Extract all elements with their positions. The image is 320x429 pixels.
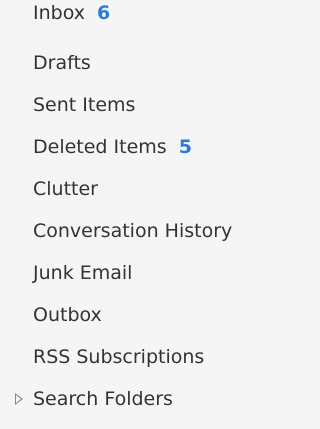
folder-label: Sent Items — [33, 94, 136, 116]
folder-label: Conversation History — [33, 220, 233, 242]
folder-sent-items[interactable]: Sent Items — [0, 84, 318, 126]
folder-clutter[interactable]: Clutter — [0, 168, 318, 210]
folder-inbox[interactable]: Inbox 6 — [0, 0, 318, 34]
folder-pane: Inbox 6 Drafts Sent Items Deleted Items … — [0, 0, 318, 429]
unread-count-badge: 6 — [97, 2, 111, 24]
folder-label: Outbox — [33, 304, 102, 326]
unread-count-badge: 5 — [178, 136, 192, 158]
folder-label: Search Folders — [33, 388, 173, 410]
folder-label: Clutter — [33, 178, 98, 200]
folder-search-folders[interactable]: Search Folders — [0, 378, 318, 420]
folder-label: Inbox — [33, 2, 85, 24]
folder-outbox[interactable]: Outbox — [0, 294, 318, 336]
folder-list: Inbox 6 Drafts Sent Items Deleted Items … — [0, 0, 318, 420]
folder-rss-subscriptions[interactable]: RSS Subscriptions — [0, 336, 318, 378]
folder-label: RSS Subscriptions — [33, 346, 205, 368]
folder-junk-email[interactable]: Junk Email — [0, 252, 318, 294]
folder-conversation-history[interactable]: Conversation History — [0, 210, 318, 252]
folder-label: Junk Email — [33, 262, 133, 284]
folder-label: Deleted Items — [33, 136, 167, 158]
folder-label: Drafts — [33, 52, 91, 74]
folder-drafts[interactable]: Drafts — [0, 42, 318, 84]
expand-arrow-icon[interactable] — [15, 393, 23, 405]
folder-deleted-items[interactable]: Deleted Items 5 — [0, 126, 318, 168]
